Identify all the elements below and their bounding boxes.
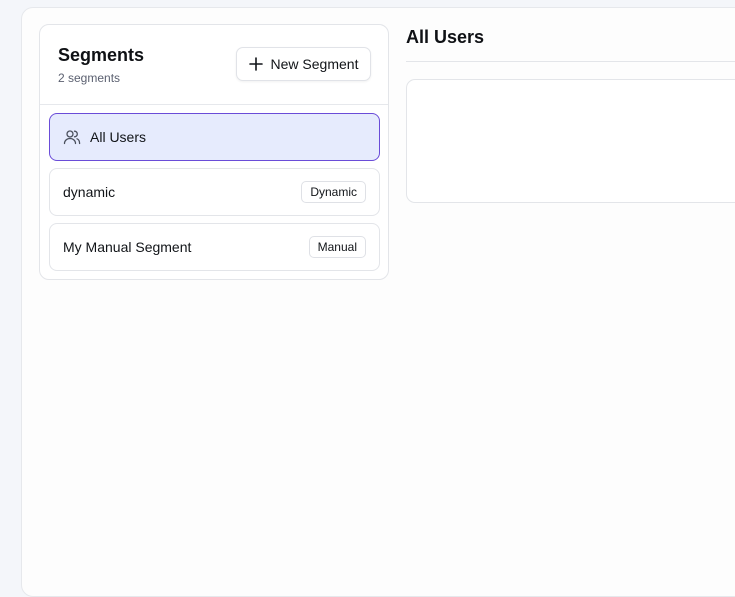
segments-count: 2 segments bbox=[58, 71, 121, 85]
segment-item-label: All Users bbox=[90, 129, 147, 145]
segment-item-all-users[interactable]: All Users bbox=[49, 113, 380, 161]
plus-icon bbox=[248, 57, 263, 71]
segments-title: Segments bbox=[58, 45, 145, 65]
users-icon bbox=[63, 128, 81, 146]
segments-panel-header: Segments 2 segments New Segment bbox=[40, 25, 388, 105]
segment-list: All Users dynamic Dynamic My Manual Segm… bbox=[49, 113, 380, 278]
detail-divider bbox=[406, 61, 735, 62]
segment-item-dynamic[interactable]: dynamic Dynamic bbox=[49, 168, 380, 216]
segment-item-label: My Manual Segment bbox=[63, 239, 192, 255]
segments-panel: Segments 2 segments New Segment All User… bbox=[39, 24, 389, 280]
new-segment-label: New Segment bbox=[270, 56, 359, 72]
segment-type-badge: Dynamic bbox=[301, 181, 366, 203]
segment-item-label: dynamic bbox=[63, 184, 116, 200]
segment-type-badge: Manual bbox=[308, 236, 366, 258]
detail-card bbox=[406, 79, 735, 203]
app-page: Segments 2 segments New Segment All User… bbox=[21, 7, 735, 597]
detail-title: All Users bbox=[406, 27, 485, 47]
new-segment-button[interactable]: New Segment bbox=[236, 47, 371, 81]
segment-item-my-manual-segment[interactable]: My Manual Segment Manual bbox=[49, 223, 380, 271]
